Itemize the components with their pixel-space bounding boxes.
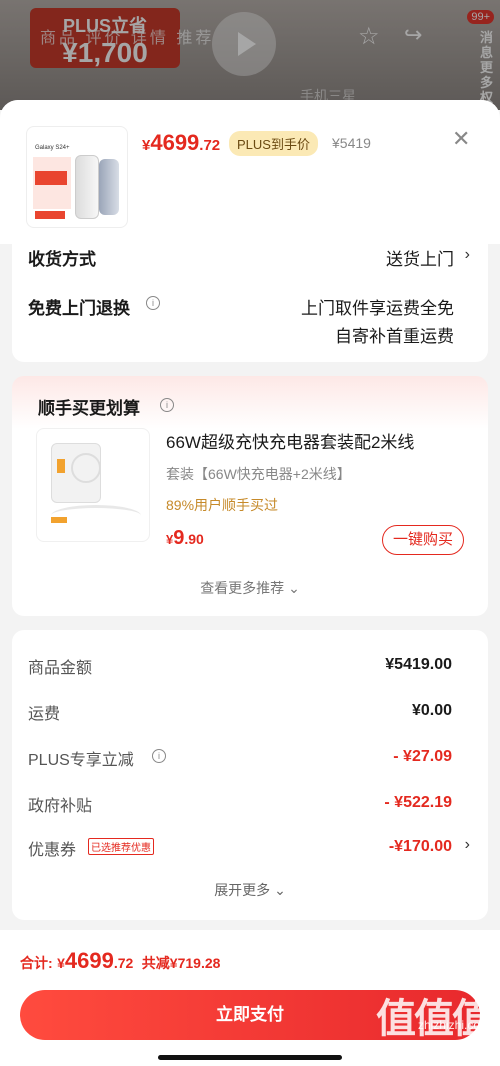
watermark: zhizhizhi.com bbox=[417, 1018, 490, 1032]
addon-item-name[interactable]: 66W超级充快充电器套装配2米线 bbox=[166, 428, 414, 453]
thumbnail-promo-stripe bbox=[35, 171, 67, 185]
summary-row-value: ¥0.00 bbox=[411, 702, 452, 719]
more-recommendations-label: 查看更多推荐 bbox=[200, 580, 285, 596]
total-decimal: .72 bbox=[113, 955, 134, 971]
addon-card: 顺手买更划算 i 66W超级充快充电器套装配2米线 套装【66W快充电器+2米线… bbox=[12, 376, 488, 616]
total-label: 合计: bbox=[20, 955, 53, 971]
delivery-card: 收货方式 送货上门 › 免费上门退换 i 上门取件享运费全免 自寄补首重运费 bbox=[12, 244, 488, 362]
product-price: ¥4699.72 bbox=[142, 130, 220, 156]
info-icon[interactable]: i bbox=[152, 749, 166, 763]
price-integer: 4699 bbox=[150, 130, 200, 155]
addon-item-note: 89%用户顺手买过 bbox=[166, 497, 279, 513]
charger-port bbox=[57, 459, 65, 473]
addon-price-integer: 9 bbox=[173, 527, 185, 549]
summary-row-value[interactable]: -¥170.00 bbox=[389, 838, 452, 856]
delivery-method-value[interactable]: 送货上门 bbox=[386, 245, 454, 270]
home-indicator[interactable] bbox=[158, 1055, 342, 1060]
chevron-down-icon: ⌄ bbox=[288, 580, 300, 596]
expand-more-label: 展开更多 bbox=[214, 882, 271, 898]
product-header: Galaxy S24+ ¥4699.72 PLUS到手价 ¥5419 ✕ bbox=[0, 100, 500, 244]
info-icon[interactable]: i bbox=[160, 398, 174, 412]
charger-logo bbox=[71, 453, 101, 483]
coupon-selected-tag: 已选推荐优惠 bbox=[88, 838, 154, 855]
background-product-page: PLUS立省 ¥1,700 商品 评价 详情 推荐 ☆ ↪ 99+ 消息更多权益… bbox=[0, 0, 500, 110]
delivery-method-label: 收货方式 bbox=[28, 250, 96, 269]
plus-price-tag: PLUS到手价 bbox=[229, 131, 318, 156]
checkout-sheet: Galaxy S24+ ¥4699.72 PLUS到手价 ¥5419 ✕ 收货方… bbox=[0, 100, 500, 1066]
total-symbol: ¥ bbox=[57, 955, 65, 971]
summary-row-label[interactable]: 优惠券 bbox=[28, 836, 76, 860]
addon-item-spec[interactable]: 套装【66W快充电器+2米线】 bbox=[166, 464, 351, 484]
addon-item-price: ¥9.90 bbox=[166, 527, 204, 550]
order-total: 合计: ¥4699.72 共减¥719.28 bbox=[20, 948, 220, 974]
original-price: ¥5419 bbox=[332, 135, 371, 151]
addon-section-title: 顺手买更划算 bbox=[38, 399, 140, 418]
product-thumbnail: Galaxy S24+ bbox=[26, 126, 128, 228]
more-recommendations-link[interactable]: 查看更多推荐 ⌄ bbox=[12, 578, 488, 598]
thumbnail-promo-strip bbox=[35, 211, 65, 219]
summary-row-value: - ¥27.09 bbox=[393, 748, 452, 765]
chevron-right-icon[interactable]: › bbox=[465, 246, 470, 264]
charger-image[interactable] bbox=[36, 428, 150, 542]
checkout-footer: 合计: ¥4699.72 共减¥719.28 立即支付 值值值 zhizhizh… bbox=[0, 930, 500, 1066]
chevron-down-icon: ⌄ bbox=[274, 882, 286, 898]
charger-plug bbox=[51, 517, 67, 523]
summary-row-label: 政府补贴 bbox=[28, 798, 93, 815]
watermark-logo: 值值值 bbox=[376, 997, 492, 1041]
summary-row-label: 运费 bbox=[28, 706, 61, 723]
expand-more-link[interactable]: 展开更多 ⌄ bbox=[12, 880, 488, 900]
addon-price-decimal: .90 bbox=[184, 531, 204, 547]
price-summary-card: 商品金额 ¥5419.00 运费 ¥0.00 PLUS专享立减 i - ¥27.… bbox=[12, 630, 488, 920]
thumbnail-phone-front bbox=[99, 159, 119, 215]
thumbnail-phone-back bbox=[75, 155, 99, 219]
thumbnail-brand: Galaxy S24+ bbox=[35, 145, 70, 151]
one-click-buy-button[interactable]: 一键购买 bbox=[382, 525, 464, 555]
summary-row-label: PLUS专享立减 bbox=[28, 752, 134, 769]
info-icon[interactable]: i bbox=[146, 296, 160, 310]
close-icon[interactable]: ✕ bbox=[452, 126, 470, 152]
free-return-value-2: 自寄补首重运费 bbox=[335, 327, 454, 346]
summary-row-value: - ¥522.19 bbox=[384, 794, 452, 811]
summary-row-label: 商品金额 bbox=[28, 660, 93, 677]
free-return-label: 免费上门退换 bbox=[28, 299, 130, 318]
total-saved: 共减¥719.28 bbox=[141, 955, 221, 971]
dim-overlay[interactable] bbox=[0, 0, 500, 110]
price-decimal: .72 bbox=[199, 137, 221, 154]
total-integer: 4699 bbox=[64, 948, 114, 973]
chevron-right-icon[interactable]: › bbox=[465, 836, 470, 854]
summary-row-value: ¥5419.00 bbox=[385, 656, 452, 673]
free-return-value-1: 上门取件享运费全免 bbox=[301, 299, 454, 318]
